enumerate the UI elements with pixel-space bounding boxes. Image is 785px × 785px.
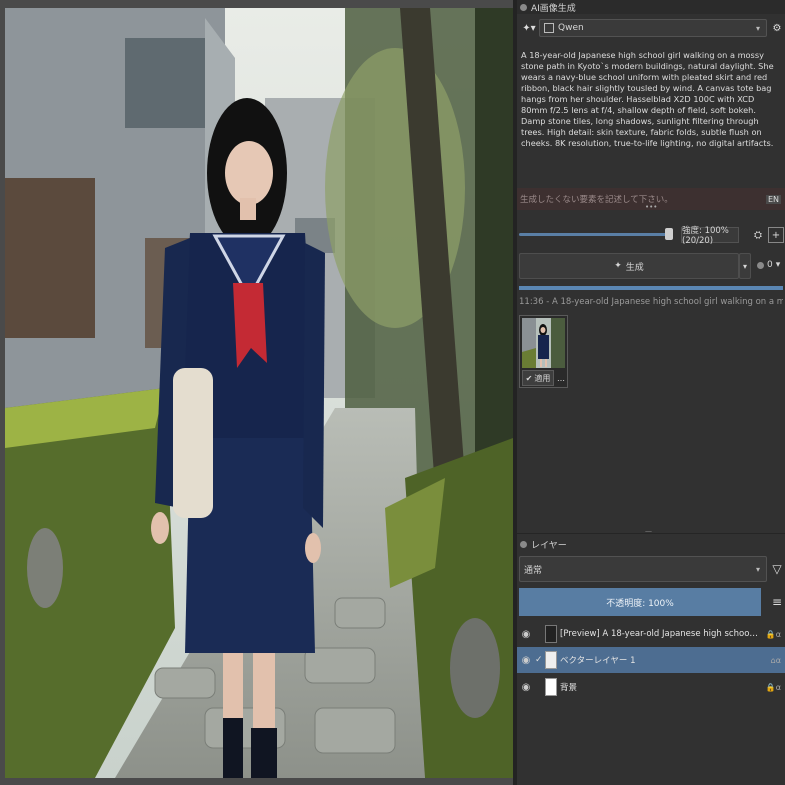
- resize-grip-icon[interactable]: •••: [645, 203, 657, 211]
- docker-separator: [517, 533, 785, 534]
- prompt-textarea[interactable]: A 18-year-old Japanese high school girl …: [519, 48, 783, 180]
- progress-bar: [519, 286, 783, 290]
- history-thumbnail[interactable]: ✔ 適用 …: [519, 315, 568, 388]
- chevron-down-icon: ▾: [755, 23, 760, 33]
- layer-thumbnail: [545, 678, 557, 696]
- eye-icon[interactable]: ◉: [517, 682, 535, 693]
- layer-name: 背景: [560, 683, 578, 693]
- layers-panel-title: レイヤー: [531, 540, 567, 551]
- model-name: Qwen: [558, 23, 584, 33]
- layer-row-vector[interactable]: ◉ ✓ ベクターレイヤー 1 ⌂α: [517, 647, 785, 673]
- apply-button[interactable]: ✔ 適用: [522, 370, 554, 386]
- layers-panel-header: レイヤー: [517, 537, 785, 551]
- strength-slider-track[interactable]: [519, 233, 671, 236]
- check-icon: ✔: [525, 373, 533, 383]
- lock-icon[interactable]: 🔒α: [759, 683, 785, 692]
- model-select[interactable]: Qwen ▾: [539, 19, 767, 37]
- batch-count[interactable]: 0 ▾: [757, 260, 780, 270]
- blend-mode-select[interactable]: 通常 ▾: [519, 556, 767, 582]
- panel-float-icon[interactable]: [520, 540, 527, 548]
- apply-label: 適用: [534, 373, 551, 383]
- layer-thumbnail: [545, 651, 557, 669]
- panel-float-icon[interactable]: [520, 3, 527, 11]
- alpha-icon[interactable]: ⌂α: [759, 656, 785, 665]
- thumbnail-image: [522, 318, 565, 368]
- menu-icon[interactable]: ≡: [769, 590, 785, 614]
- opacity-slider[interactable]: 不透明度: 100%: [519, 588, 761, 616]
- lock-icon[interactable]: 🔒α: [759, 630, 785, 639]
- wand-icon: ✦: [614, 261, 622, 271]
- add-region-icon[interactable]: +: [768, 227, 784, 243]
- blend-mode-value: 通常: [524, 565, 543, 576]
- gear-icon[interactable]: ⚙: [769, 19, 785, 37]
- wand-icon[interactable]: ✦▾: [519, 20, 539, 36]
- generate-button[interactable]: ✦ 生成: [519, 253, 739, 279]
- more-options-button[interactable]: …: [556, 370, 566, 386]
- eye-icon[interactable]: ◉: [517, 629, 535, 640]
- layer-name: [Preview] A 18-year-old Japanese high sc…: [560, 629, 759, 639]
- strength-spinbox[interactable]: 強度: 100% (20/20): [681, 226, 739, 246]
- right-docker: AI画像生成 ✦▾ Qwen ▾ ⚙ A 18-year-old Japanes…: [517, 0, 785, 785]
- layer-row-background[interactable]: ◉ 背景 🔒α: [517, 674, 785, 700]
- generate-label: 生成: [625, 262, 644, 273]
- layer-thumbnail: [545, 625, 557, 643]
- batch-count-value: 0: [767, 260, 773, 270]
- chevron-down-icon: ▾: [755, 564, 760, 574]
- strength-slider-handle[interactable]: [665, 228, 673, 240]
- region-icon[interactable]: ⛭: [750, 227, 766, 243]
- model-icon: [544, 23, 554, 33]
- dice-icon: [757, 261, 764, 269]
- language-toggle[interactable]: EN: [765, 194, 781, 204]
- ai-panel-title: AI画像生成: [531, 3, 576, 14]
- generate-options-button[interactable]: ▾: [739, 253, 751, 279]
- generated-image: [5, 8, 513, 778]
- layer-name: ベクターレイヤー 1: [560, 656, 636, 666]
- chevron-down-icon: ▾: [775, 260, 781, 270]
- layer-row-preview[interactable]: ◉ [Preview] A 18-year-old Japanese high …: [517, 621, 785, 647]
- ai-panel-header: AI画像生成: [517, 0, 785, 14]
- canvas-area[interactable]: [0, 0, 513, 785]
- filter-icon[interactable]: ▽: [769, 556, 785, 582]
- layer-checkbox[interactable]: ✓: [535, 655, 545, 665]
- eye-icon[interactable]: ◉: [517, 655, 535, 666]
- history-entry: 11:36 - A 18-year-old Japanese high scho…: [519, 297, 783, 307]
